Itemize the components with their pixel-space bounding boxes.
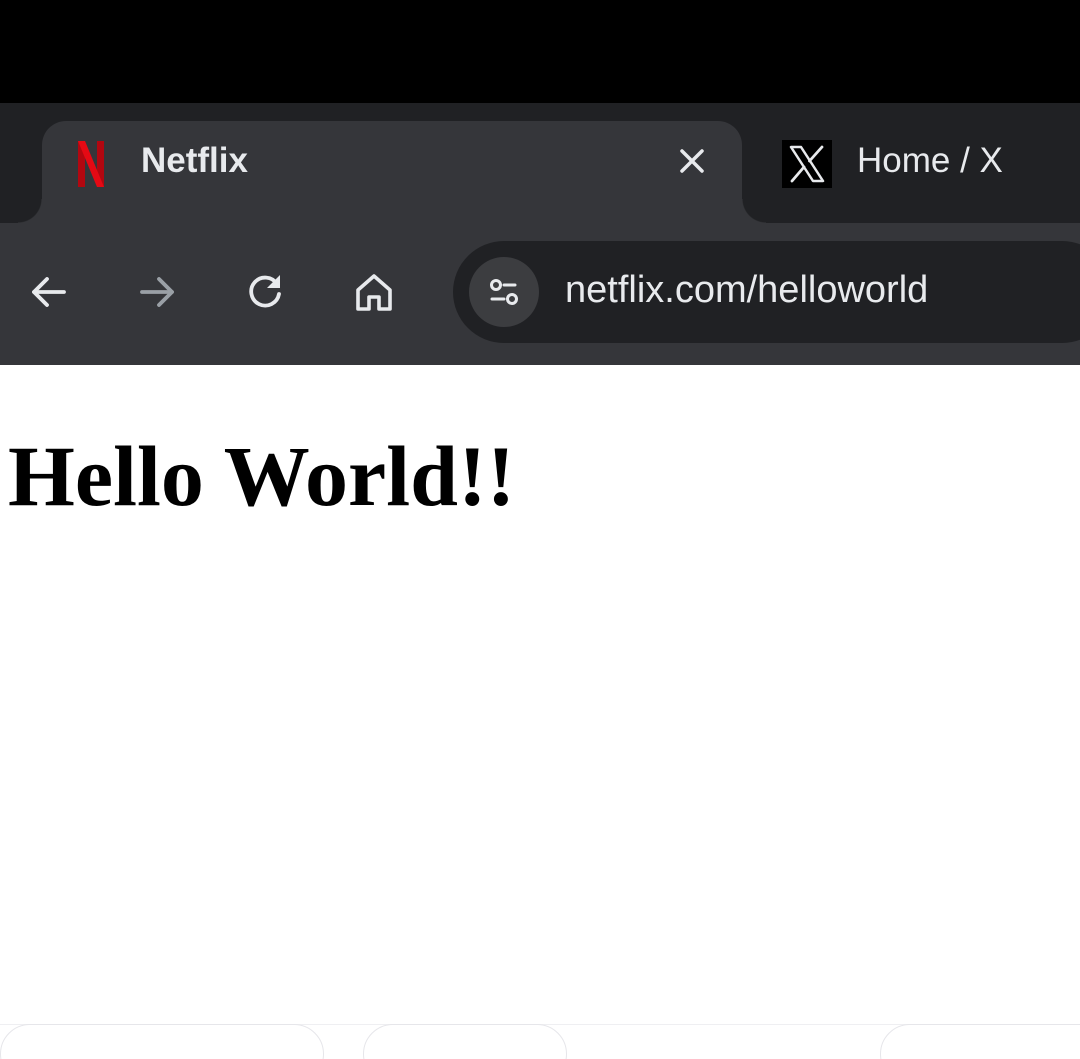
close-icon[interactable] [674, 143, 710, 179]
tune-icon [490, 279, 518, 305]
address-bar[interactable]: netflix.com/helloworld [453, 241, 1080, 343]
page-heading: Hello World!! [8, 428, 516, 524]
bottom-pill [880, 1024, 1080, 1059]
arrow-right-icon[interactable] [132, 267, 182, 317]
arrow-left-icon[interactable] [24, 267, 74, 317]
home-icon[interactable] [349, 267, 399, 317]
window-top-bar [0, 0, 1080, 103]
tab-title: Home / X [857, 141, 1003, 180]
screen: Netflix Home / X netflix.com/helloworld … [0, 0, 1080, 1059]
tab-home-x[interactable]: Home / X [782, 121, 1080, 223]
bottom-pill [363, 1024, 567, 1059]
site-info-button[interactable] [469, 257, 539, 327]
page-content: Hello World!! [0, 365, 1080, 1059]
netflix-logo-icon [78, 141, 104, 187]
tab-title: Netflix [141, 141, 248, 180]
url-text[interactable]: netflix.com/helloworld [565, 269, 928, 312]
browser-toolbar: netflix.com/helloworld [0, 223, 1080, 365]
tab-netflix[interactable]: Netflix [18, 121, 766, 223]
reload-icon[interactable] [240, 267, 290, 317]
bottom-pill [0, 1024, 324, 1059]
x-logo-icon [782, 140, 832, 188]
